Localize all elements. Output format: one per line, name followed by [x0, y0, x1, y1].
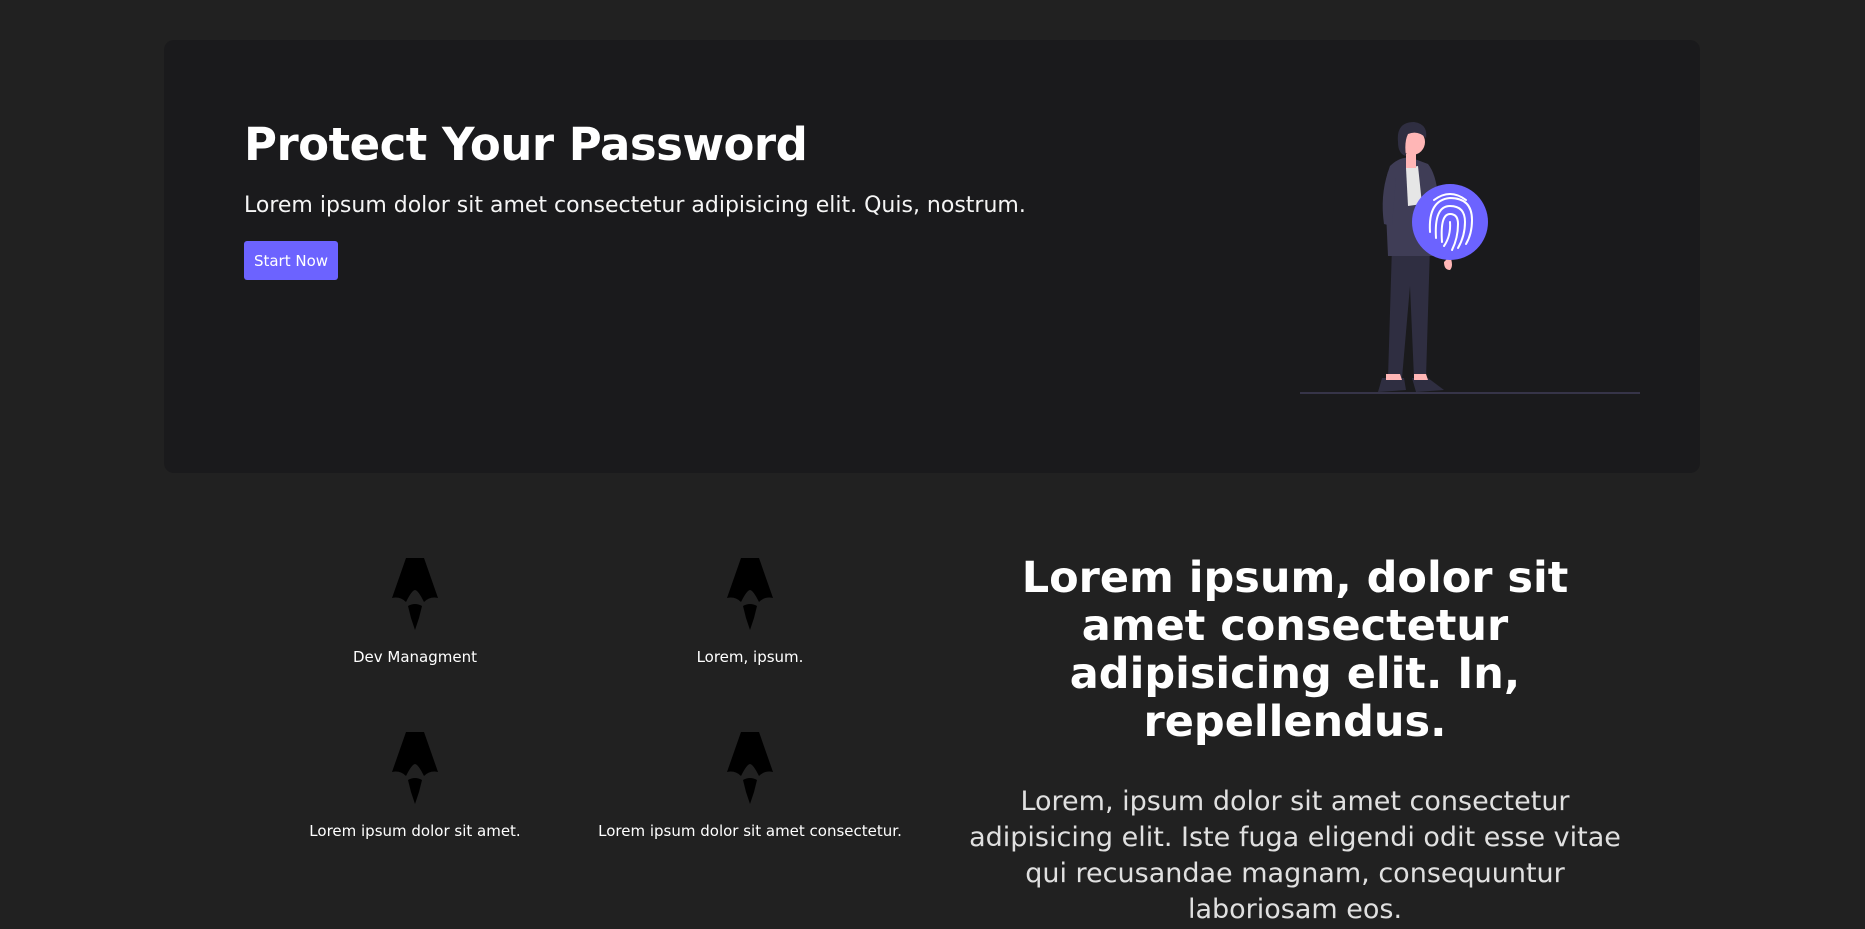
feature-item-lorem-ipsum: Lorem, ipsum.: [585, 558, 915, 666]
person-fingerprint-illustration: [1300, 122, 1640, 394]
rocket-icon: [392, 732, 438, 804]
start-now-button[interactable]: Start Now: [244, 241, 338, 280]
feature-label: Dev Managment: [352, 648, 477, 666]
hero-subtitle: Lorem ipsum dolor sit amet consectetur a…: [244, 193, 1026, 218]
rocket-icon: [727, 558, 773, 630]
feature-item-dev-management: Dev Managment: [250, 558, 580, 666]
rocket-icon: [392, 558, 438, 630]
rocket-icon: [727, 732, 773, 804]
hero-section: Protect Your Password Lorem ipsum dolor …: [164, 40, 1700, 473]
feature-label: Lorem, ipsum.: [696, 648, 804, 666]
feature-label: Lorem ipsum dolor sit amet.: [309, 822, 521, 840]
info-text: Lorem, ipsum dolor sit amet consectetur …: [969, 786, 1621, 925]
feature-label: Lorem ipsum dolor sit amet consectetur.: [598, 822, 902, 840]
feature-item-lorem-ipsum-consectetur: Lorem ipsum dolor sit amet consectetur.: [585, 732, 915, 840]
info-heading: Lorem ipsum, dolor sit amet consectetur …: [1021, 553, 1569, 747]
hero-title: Protect Your Password: [244, 118, 808, 171]
info-section: Lorem ipsum, dolor sit amet consectetur …: [955, 554, 1635, 928]
features-grid: Dev Managment Lorem, ipsum. Lorem ipsum …: [250, 558, 930, 878]
feature-item-lorem-ipsum-dolor: Lorem ipsum dolor sit amet.: [250, 732, 580, 840]
